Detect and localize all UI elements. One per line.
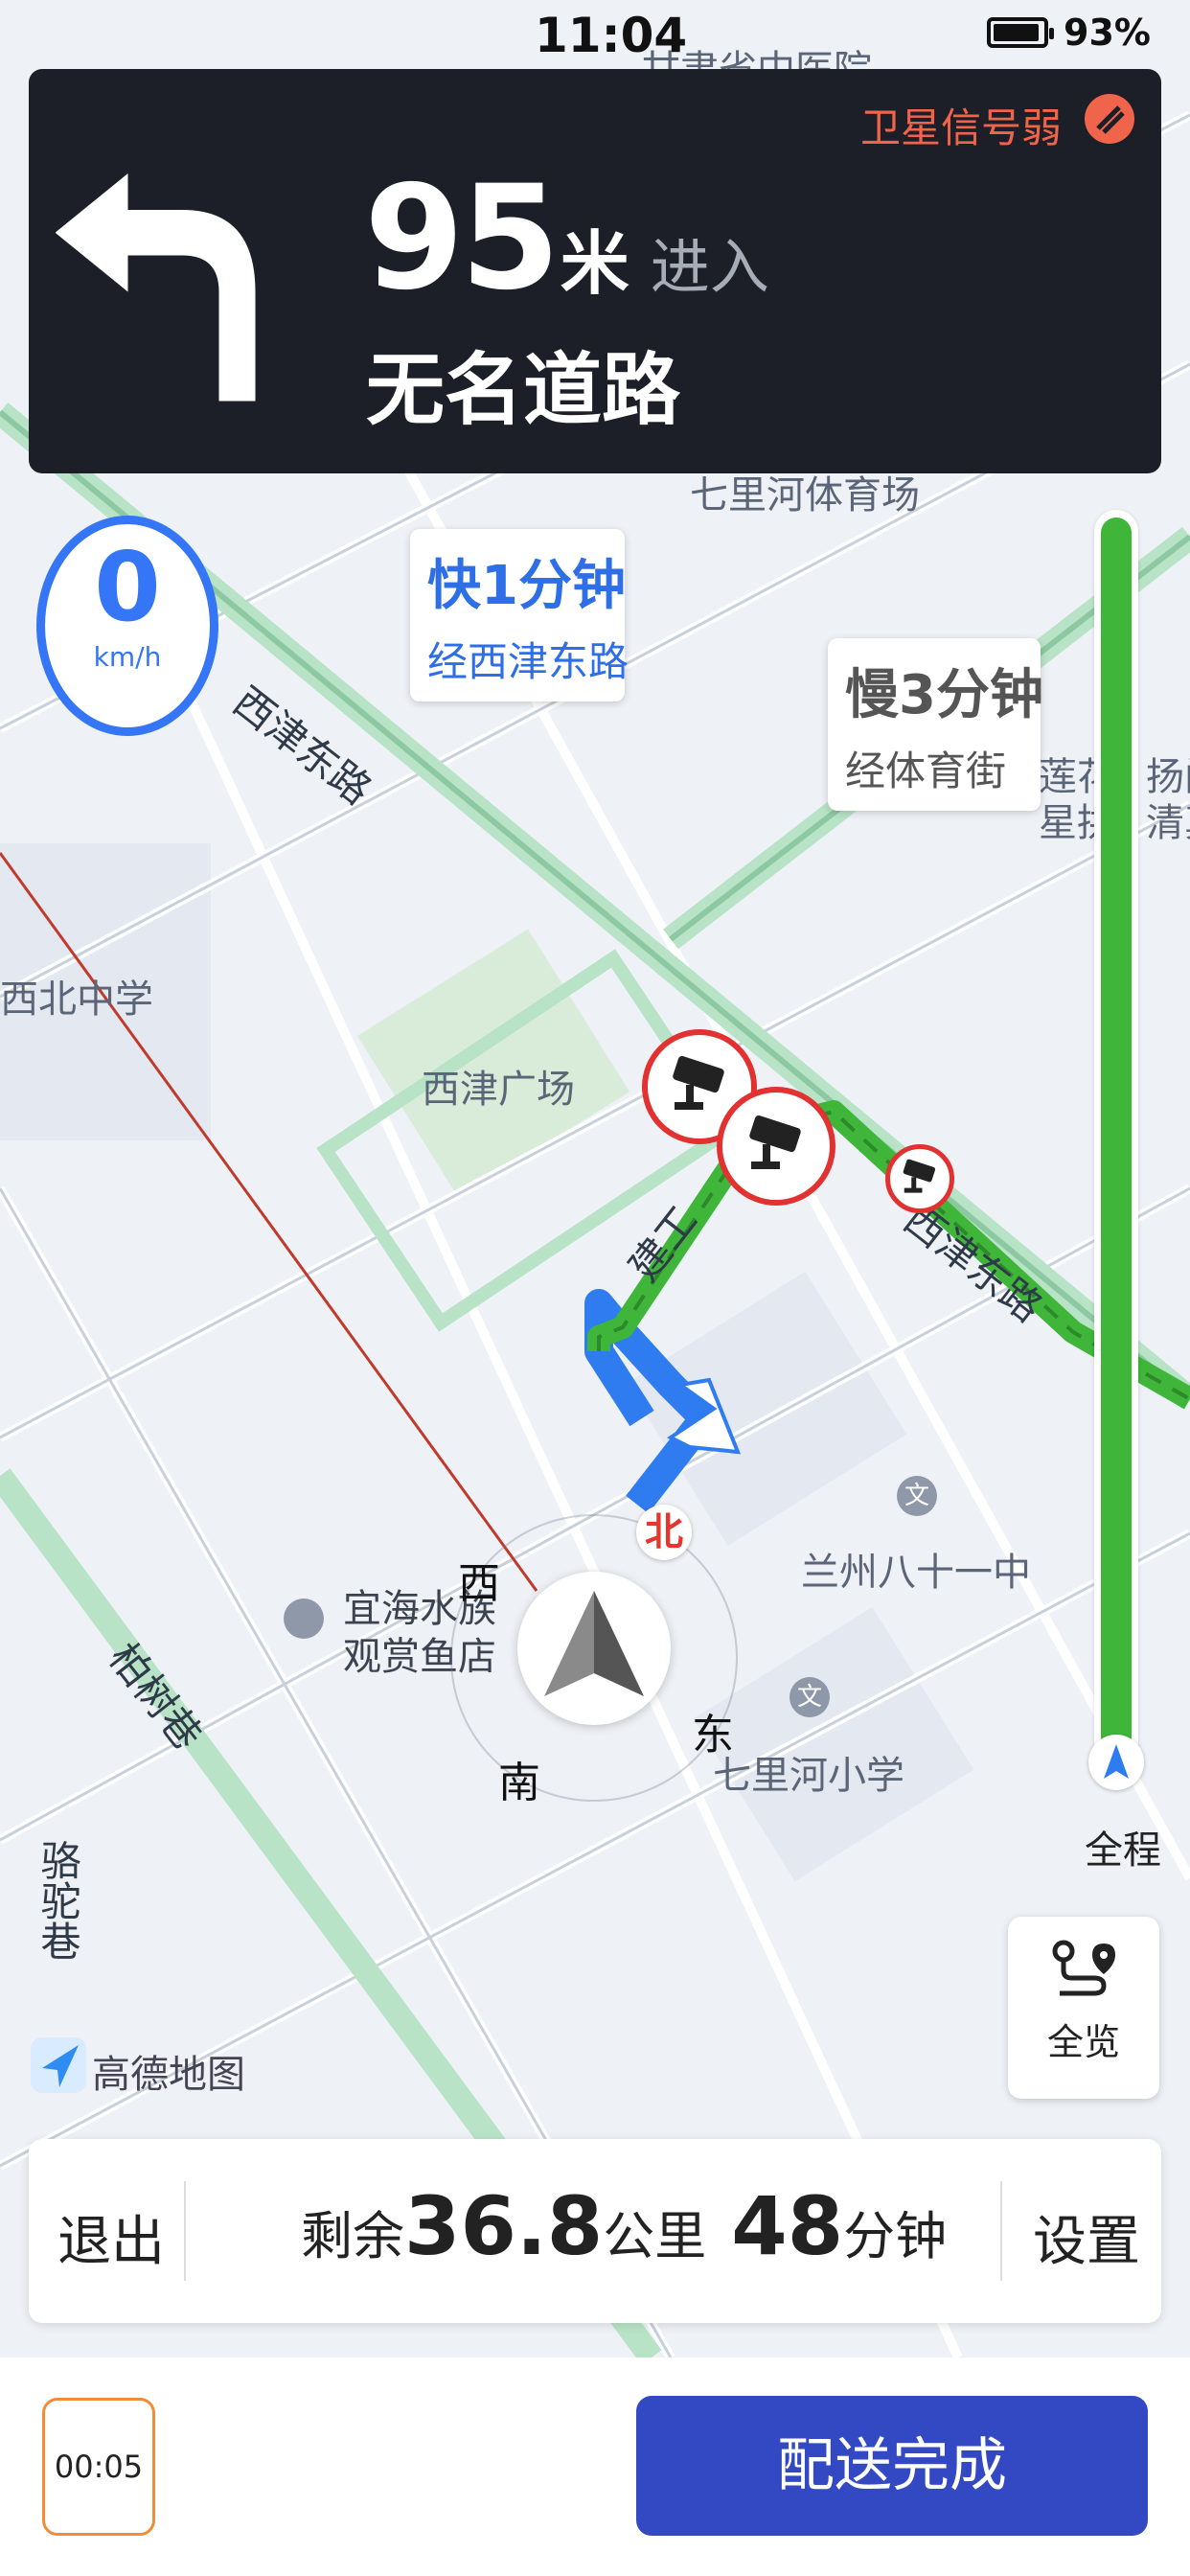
- next-road-name: 无名道路: [366, 345, 681, 436]
- remain-prefix: 剩余: [301, 2206, 404, 2266]
- battery-level: [994, 24, 1039, 41]
- map-label-northwest-school: 西北中学: [0, 978, 153, 1022]
- compass-south: 南: [498, 1759, 540, 1807]
- distance-unit: 米: [560, 223, 629, 304]
- distance-to-turn: 95米 进入: [364, 155, 769, 322]
- delivery-complete-button[interactable]: 配送完成: [636, 2396, 1148, 2536]
- route-progress-fill: [1101, 518, 1132, 1758]
- school-poi-icon: 文: [897, 1476, 937, 1516]
- school-poi-icon: 文: [790, 1677, 830, 1717]
- remain-distance: 36.8: [404, 2179, 604, 2273]
- traffic-camera-icon: [717, 1087, 835, 1206]
- remaining-summary: 剩余36.8公里 48分钟: [301, 2179, 947, 2273]
- turn-action: 进入: [650, 232, 769, 302]
- overview-button[interactable]: 全览: [1008, 1917, 1159, 2099]
- compass-north: 北: [636, 1505, 692, 1560]
- map-label-qilihe-primary: 七里河小学: [713, 1754, 904, 1798]
- brand-name: 高德地图: [92, 2053, 245, 2097]
- compass-west: 西: [458, 1559, 500, 1608]
- battery-icon: [987, 17, 1054, 48]
- speed-value: 0: [94, 531, 161, 643]
- speed-unit: km/h: [93, 641, 162, 673]
- settings-button[interactable]: 设置: [1033, 2198, 1140, 2276]
- divider: [1000, 2181, 1002, 2281]
- shop-poi-icon: [284, 1598, 324, 1639]
- route-overview-icon: [1052, 1940, 1115, 1996]
- divider: [184, 2181, 186, 2281]
- distance-value: 95: [364, 155, 561, 322]
- map-label-xijin-square: 西津广场: [422, 1068, 575, 1112]
- remain-time: 48: [731, 2179, 844, 2273]
- speedometer: 0 km/h: [36, 516, 218, 736]
- elapsed-timer: 00:05: [42, 2398, 155, 2536]
- route-progress-bar: [1094, 510, 1138, 1765]
- compass-east: 东: [692, 1711, 734, 1760]
- route-option-slow[interactable]: 慢3分钟 经体育街: [828, 638, 1043, 811]
- map-label-lanzhou-81: 兰州八十一中: [801, 1551, 1031, 1595]
- remain-distance-unit: 公里: [603, 2206, 707, 2266]
- traffic-camera-icon: [885, 1144, 954, 1213]
- route-option-time: 慢3分钟: [845, 664, 1043, 726]
- vehicle-position-marker: [517, 1572, 671, 1725]
- remain-time-unit: 分钟: [843, 2206, 948, 2266]
- status-time: 11:04: [535, 8, 688, 63]
- brand-watermark: 高德地图: [29, 2032, 249, 2099]
- map-label-luotuo-lane: 骆驼巷: [34, 1840, 81, 1961]
- map-label-edge-4: 清真: [1146, 801, 1190, 845]
- footer: 00:05 配送完成: [0, 2358, 1190, 2576]
- gps-warning: 卫星信号弱: [859, 104, 1062, 151]
- turn-left-icon: [56, 173, 256, 402]
- route-option-via: 经西津东路: [427, 638, 629, 685]
- battery-percent: 93%: [1064, 12, 1151, 54]
- exit-button[interactable]: 退出: [57, 2198, 165, 2276]
- route-option-time: 快1分钟: [427, 555, 626, 617]
- amap-logo-icon: [31, 2037, 86, 2093]
- turn-guidance-card: 95米 进入 无名道路 卫星信号弱: [29, 69, 1161, 473]
- satellite-signal-icon: [1085, 94, 1134, 144]
- progress-position-icon: [1088, 1735, 1144, 1790]
- route-option-fast[interactable]: 快1分钟 经西津东路: [410, 529, 629, 702]
- route-option-via: 经体育街: [845, 748, 1007, 794]
- trip-info-bar: 退出 剩余36.8公里 48分钟 设置: [29, 2139, 1161, 2323]
- overview-label: 全览: [1046, 2021, 1120, 2063]
- progress-label: 全程: [1085, 1828, 1161, 1873]
